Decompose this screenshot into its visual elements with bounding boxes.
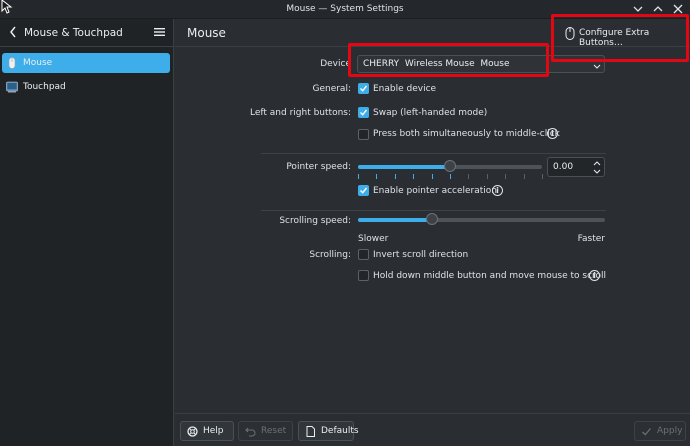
pointer-speed-spinbox[interactable]: 0.00 xyxy=(547,157,605,177)
invert-scroll-checkbox[interactable] xyxy=(358,249,369,260)
middle-button-scroll-checkbox[interactable] xyxy=(358,270,369,281)
main-panel: Mouse Configure Extra Buttons… Device CH… xyxy=(175,19,690,446)
faster-label: Faster xyxy=(577,234,605,244)
separator xyxy=(261,153,606,154)
slider-tick xyxy=(450,174,451,179)
pointer-speed-slider[interactable] xyxy=(358,160,542,172)
slider-tick xyxy=(376,174,377,179)
checkmark-icon xyxy=(360,85,368,92)
left-right-buttons-label: Left and right buttons: xyxy=(250,108,351,118)
enable-device-label: Enable device xyxy=(373,84,437,94)
slider-tick xyxy=(413,174,414,179)
device-select-value: CHERRY Wireless Mouse Mouse xyxy=(363,59,510,69)
slider-tick xyxy=(505,174,506,179)
checkmark-icon xyxy=(360,109,368,116)
reset-label: Reset xyxy=(261,426,287,436)
defaults-label: Defaults xyxy=(321,426,359,436)
slider-handle[interactable] xyxy=(426,213,438,225)
minimize-icon[interactable] xyxy=(632,3,644,15)
slider-tick xyxy=(542,174,543,179)
checkmark-icon xyxy=(642,428,651,436)
invert-scroll-label: Invert scroll direction xyxy=(373,250,469,260)
defaults-button[interactable]: Defaults xyxy=(298,421,359,441)
mouse-icon xyxy=(565,27,575,40)
slider-handle[interactable] xyxy=(444,160,456,172)
slider-tick xyxy=(432,174,433,179)
mouse-icon xyxy=(8,57,16,69)
help-button[interactable]: Help xyxy=(180,421,234,441)
slider-fill xyxy=(358,218,432,222)
slower-label: Slower xyxy=(358,234,389,244)
scrolling-label: Scrolling: xyxy=(309,250,351,260)
slider-fill xyxy=(358,165,450,169)
pointer-speed-label: Pointer speed: xyxy=(286,162,351,172)
spin-arrows-icon[interactable] xyxy=(593,160,601,175)
main-header: Mouse Configure Extra Buttons… xyxy=(175,19,690,48)
middle-click-checkbox[interactable] xyxy=(358,129,369,140)
footer-bar: Help Reset Defaults Apply xyxy=(175,413,690,446)
device-label: Device xyxy=(320,59,351,69)
pointer-speed-value: 0.00 xyxy=(553,162,574,172)
help-label: Help xyxy=(203,426,224,436)
sidebar-header: Mouse & Touchpad xyxy=(0,19,174,47)
help-icon xyxy=(187,426,198,437)
slider-tick xyxy=(524,174,525,179)
slider-tick xyxy=(395,174,396,179)
sidebar: Mouse & Touchpad Mouse Touchpad xyxy=(0,19,174,446)
maximize-icon[interactable] xyxy=(652,3,664,15)
slider-tick xyxy=(468,174,469,179)
scrolling-speed-slider[interactable] xyxy=(358,213,605,225)
sidebar-item-mouse[interactable]: Mouse xyxy=(2,53,170,73)
close-icon[interactable] xyxy=(672,3,684,15)
hamburger-menu-icon[interactable] xyxy=(154,27,165,37)
pointer-acceleration-checkbox[interactable] xyxy=(358,185,369,196)
apply-label: Apply xyxy=(657,426,683,436)
separator xyxy=(261,210,606,211)
slider-tick xyxy=(358,174,359,179)
configure-extra-buttons-button[interactable]: Configure Extra Buttons… xyxy=(558,25,688,48)
sidebar-item-touchpad[interactable]: Touchpad xyxy=(2,77,170,97)
info-icon[interactable]: i xyxy=(589,270,600,281)
enable-device-checkbox[interactable] xyxy=(358,83,369,94)
checkmark-icon xyxy=(360,187,368,194)
info-icon[interactable]: i xyxy=(492,185,503,196)
configure-extra-buttons-label: Configure Extra Buttons… xyxy=(579,28,650,48)
swap-buttons-checkbox[interactable] xyxy=(358,107,369,118)
general-label: General: xyxy=(312,84,351,94)
device-select[interactable]: CHERRY Wireless Mouse Mouse xyxy=(357,55,605,73)
document-icon xyxy=(306,426,315,437)
sidebar-item-label: Touchpad xyxy=(23,82,66,92)
sidebar-item-label: Mouse xyxy=(23,58,53,68)
swap-buttons-label: Swap (left-handed mode) xyxy=(373,108,488,118)
back-arrow-icon[interactable] xyxy=(8,25,18,39)
info-icon[interactable]: i xyxy=(547,128,558,139)
apply-button[interactable]: Apply xyxy=(634,421,686,441)
title-bar: Mouse — System Settings xyxy=(0,0,690,19)
reset-icon xyxy=(245,427,256,437)
reset-button[interactable]: Reset xyxy=(238,421,293,441)
pointer-acceleration-label: Enable pointer acceleration xyxy=(373,186,498,196)
middle-button-scroll-label: Hold down middle button and move mouse t… xyxy=(373,271,607,281)
slider-tick xyxy=(487,174,488,179)
sidebar-heading: Mouse & Touchpad xyxy=(24,27,123,39)
touchpad-icon xyxy=(6,81,18,93)
scrolling-speed-label: Scrolling speed: xyxy=(279,216,351,226)
page-title: Mouse xyxy=(187,26,226,40)
window-title: Mouse — System Settings xyxy=(286,4,404,14)
chevron-down-icon xyxy=(593,64,601,69)
middle-click-label: Press both simultaneously to middle-clic… xyxy=(373,129,560,139)
